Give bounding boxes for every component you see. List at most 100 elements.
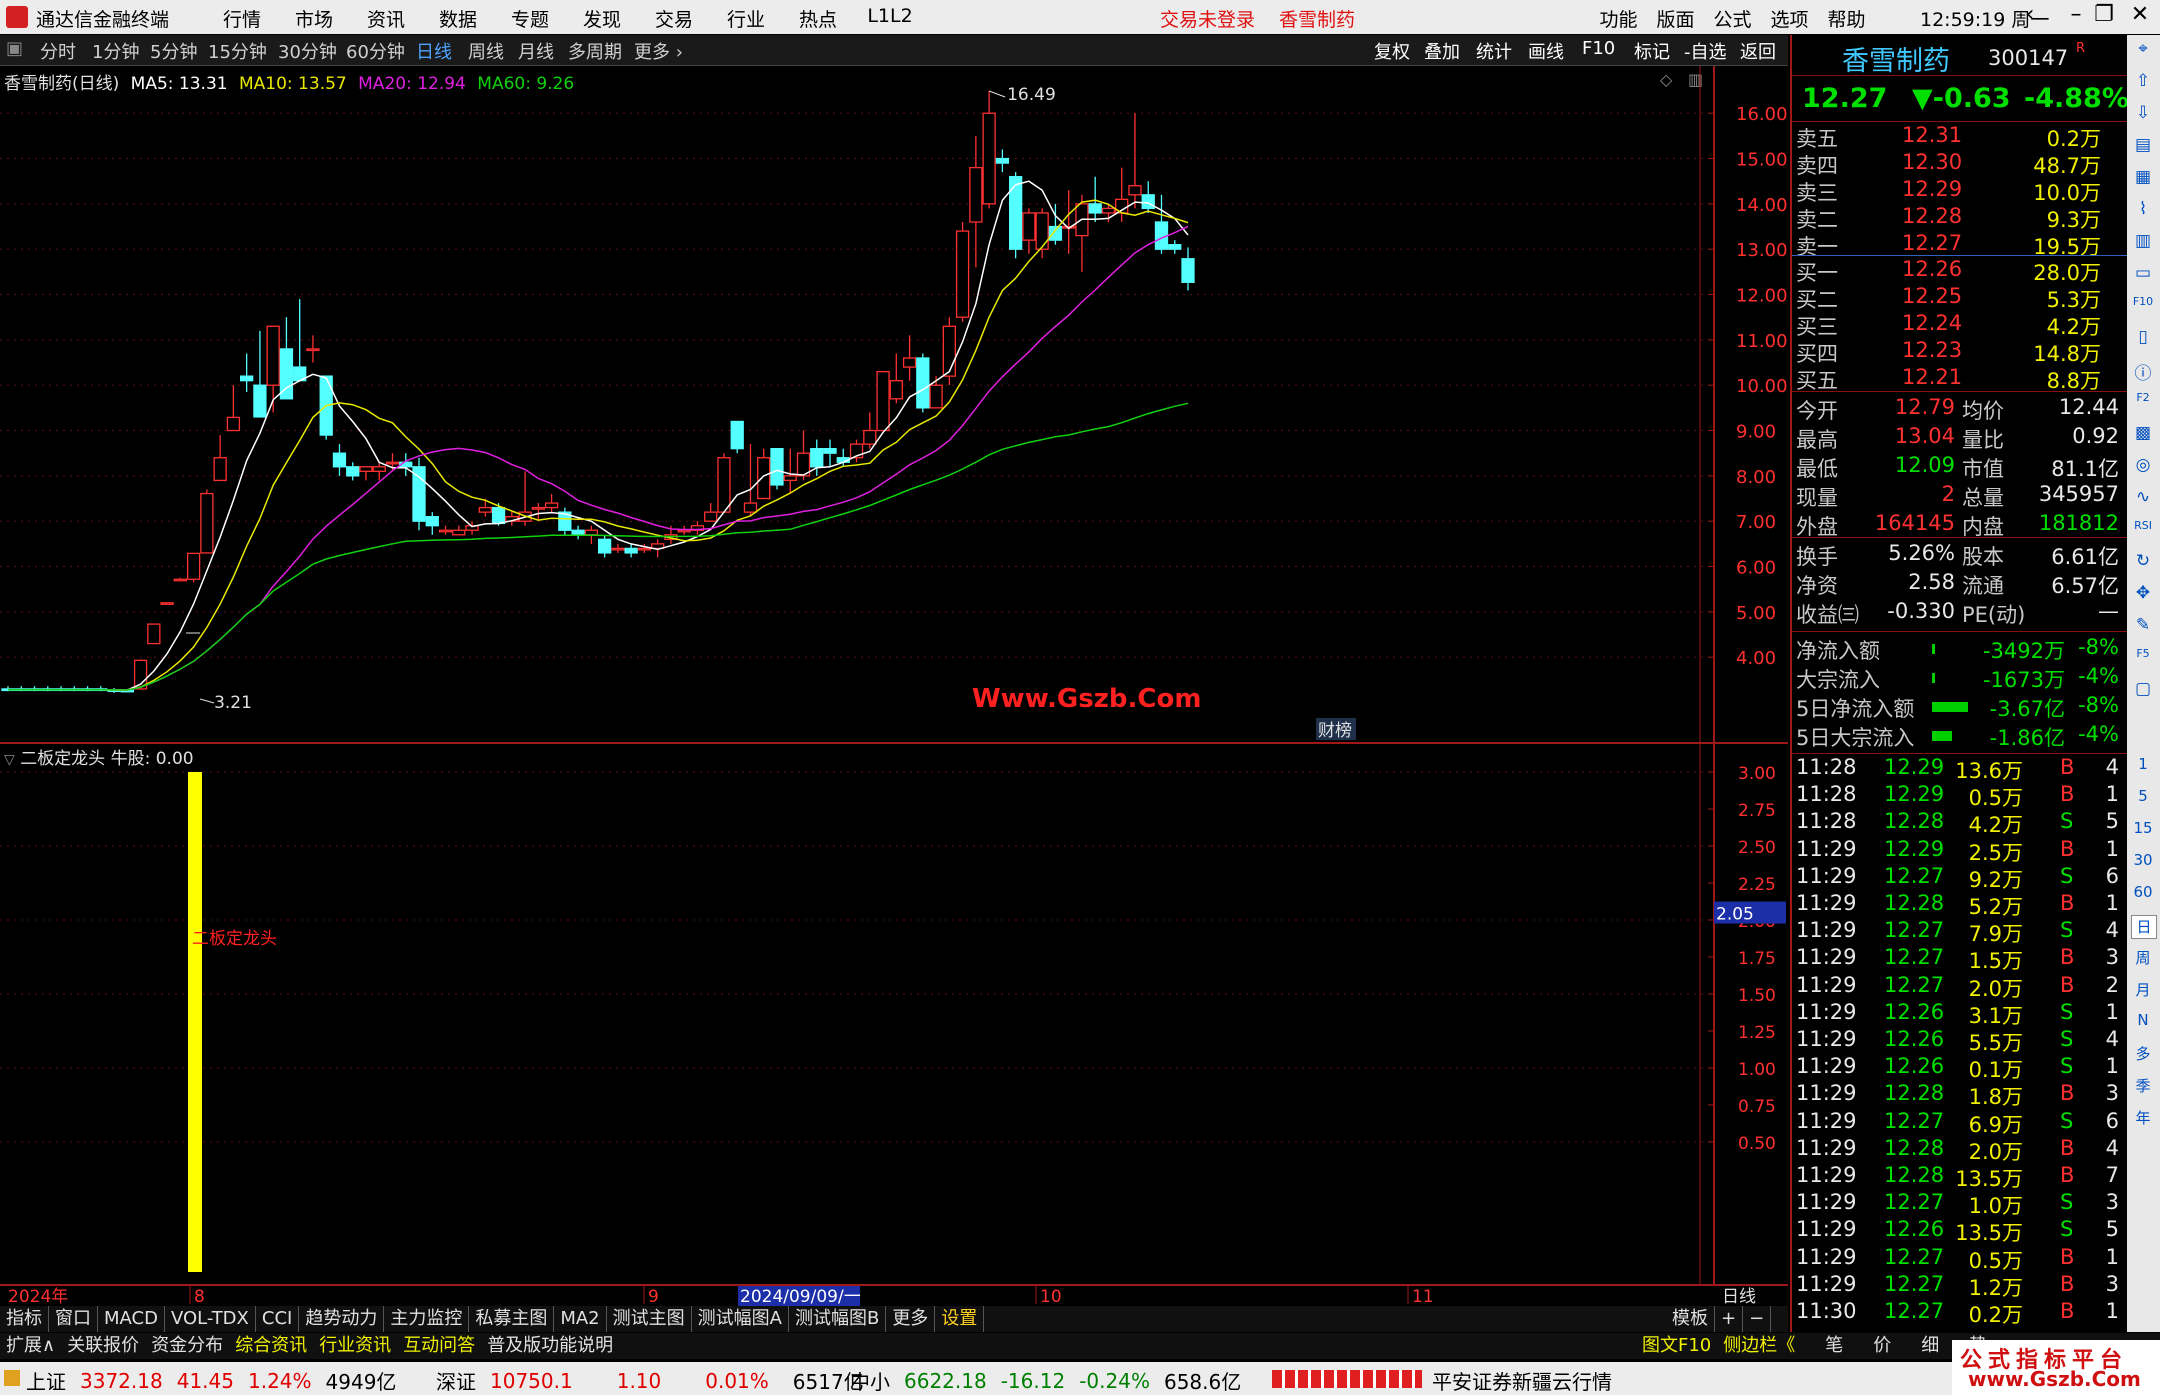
bids-row[interactable]: 买一 12.26 28.0万 — [1792, 257, 2127, 285]
sidebar-toggle[interactable]: 侧边栏《 — [1717, 1333, 1801, 1359]
tab-main-monitor[interactable]: 主力监控 — [384, 1306, 470, 1332]
tick-row[interactable]: 11:29 12.27 9.2万 S 6 — [1792, 864, 2127, 892]
tab-fund-distribution[interactable]: 资金分布 — [145, 1333, 229, 1359]
move-icon[interactable]: ✥ — [2131, 583, 2155, 605]
tool-draw[interactable]: 画线 — [1528, 38, 1564, 64]
tab-trend-power[interactable]: 趋势动力 — [299, 1306, 385, 1332]
refresh-icon[interactable]: ↻ — [2131, 551, 2155, 573]
info-icon[interactable]: ⓘ — [2131, 359, 2155, 384]
menu-topics[interactable]: 专题 — [494, 5, 566, 32]
period-more[interactable]: 更多 › — [634, 38, 683, 64]
f10-button[interactable]: 图文F10 — [1636, 1333, 1717, 1359]
index-sh[interactable]: 上证 3372.18 41.45 1.24% 4949亿 — [26, 1366, 396, 1395]
sidebar-period-6[interactable]: 周 — [2131, 947, 2155, 969]
grid-icon[interactable]: ▩ — [2131, 423, 2155, 445]
menu-news[interactable]: 资讯 — [350, 5, 422, 32]
sidebar-period-11[interactable]: 年 — [2131, 1107, 2155, 1129]
period-15min[interactable]: 15分钟 — [208, 38, 267, 64]
period-1min[interactable]: 1分钟 — [92, 38, 139, 64]
down-arrow-icon[interactable]: ⇩ — [2131, 103, 2155, 125]
template-button[interactable]: 模板 — [1666, 1306, 1715, 1332]
sidebar-period-0[interactable]: 1 — [2131, 755, 2155, 777]
sidebar-period-3[interactable]: 30 — [2131, 851, 2155, 873]
up-arrow-icon[interactable]: ⇧ — [2131, 71, 2155, 93]
f5-icon[interactable]: F5 — [2131, 647, 2155, 669]
period-multi[interactable]: 多周期 — [568, 38, 622, 64]
tab-more[interactable]: 更多 — [886, 1306, 936, 1332]
pin-icon[interactable]: ⌖ — [2131, 39, 2155, 61]
menu-market[interactable]: 市场 — [278, 5, 350, 32]
circle-icon[interactable]: ◎ — [2131, 455, 2155, 477]
sidebar-period-8[interactable]: N — [2131, 1011, 2155, 1033]
tick-row[interactable]: 11:29 12.28 13.5万 B 7 — [1792, 1163, 2127, 1191]
period-monthly[interactable]: 月线 — [518, 38, 554, 64]
tick-row[interactable]: 11:29 12.27 2.0万 B 2 — [1792, 973, 2127, 1001]
sidebar-period-2[interactable]: 15 — [2131, 819, 2155, 841]
tick-row[interactable]: 11:29 12.29 2.5万 B 1 — [1792, 837, 2127, 865]
menu-discover[interactable]: 发现 — [566, 5, 638, 32]
wave-icon[interactable]: ∿ — [2131, 487, 2155, 509]
asks-row[interactable]: 卖二 12.28 9.3万 — [1792, 204, 2127, 232]
sidebar-period-10[interactable]: 季 — [2131, 1075, 2155, 1097]
period-daily[interactable]: 日线 — [416, 38, 452, 64]
bids-row[interactable]: 买五 12.21 8.8万 — [1792, 365, 2127, 393]
tick-row[interactable]: 11:28 12.28 4.2万 S 5 — [1792, 809, 2127, 837]
period-intraday[interactable]: 分时 — [40, 38, 76, 64]
menu-options[interactable]: 选项 — [1761, 5, 1818, 32]
tick-row[interactable]: 11:29 12.27 1.2万 B 3 — [1792, 1272, 2127, 1300]
tab-macd[interactable]: MACD — [98, 1306, 165, 1332]
tool-f10[interactable]: F10 — [1582, 38, 1615, 59]
bids-row[interactable]: 买三 12.24 4.2万 — [1792, 311, 2127, 339]
remove-pane-button[interactable]: − — [1743, 1306, 1772, 1332]
tab-general-news[interactable]: 综合资讯 — [229, 1333, 313, 1359]
tick-row[interactable]: 11:29 12.27 1.0万 S 3 — [1792, 1190, 2127, 1218]
pen-icon[interactable]: ✎ — [2131, 615, 2155, 637]
f10-icon[interactable]: F10 — [2131, 295, 2155, 317]
document-icon[interactable]: ▭ — [2131, 263, 2155, 285]
asks-row[interactable]: 卖三 12.29 10.0万 — [1792, 177, 2127, 205]
index-sme[interactable]: 中小 6622.18 -16.12 -0.24% 658.6亿 — [850, 1366, 1241, 1395]
menu-trade[interactable]: 交易 — [638, 5, 710, 32]
tool-remove-favorite[interactable]: -自选 — [1684, 38, 1727, 64]
tool-adjust[interactable]: 复权 — [1374, 38, 1410, 64]
doc-icon[interactable]: ▯ — [2131, 327, 2155, 349]
tick-row[interactable]: 11:29 12.28 2.0万 B 4 — [1792, 1136, 2127, 1164]
line-chart-icon[interactable]: ⌇ — [2131, 199, 2155, 221]
tab-detail[interactable]: 细 — [1915, 1333, 1945, 1359]
index-sz[interactable]: 深证 10750.1 1.10 0.01% 6517亿 — [436, 1366, 864, 1395]
menu-formula[interactable]: 公式 — [1704, 5, 1761, 32]
menu-function[interactable]: 功能 — [1590, 5, 1647, 32]
tick-row[interactable]: 11:29 12.27 1.5万 B 3 — [1792, 945, 2127, 973]
tab-test-main[interactable]: 测试主图 — [607, 1306, 692, 1332]
tab-ma2[interactable]: MA2 — [554, 1306, 607, 1332]
back-icon[interactable]: ‹ — [2014, 2, 2046, 27]
period-weekly[interactable]: 周线 — [468, 38, 504, 64]
chart-icon[interactable]: ▤ — [2131, 135, 2155, 157]
tab-tick[interactable]: 笔 — [1819, 1333, 1849, 1359]
restore-button[interactable]: ❐ — [2088, 2, 2120, 27]
tick-row[interactable]: 11:29 12.26 13.5万 S 5 — [1792, 1217, 2127, 1245]
tool-mark[interactable]: 标记 — [1634, 38, 1670, 64]
tab-related-quotes[interactable]: 关联报价 — [61, 1333, 145, 1359]
close-button[interactable]: ✕ — [2124, 2, 2156, 27]
trade-login-status[interactable]: 交易未登录 — [1160, 5, 1255, 32]
table-icon[interactable]: ▦ — [2131, 167, 2155, 189]
indicator-chart[interactable]: ▽ 二板定龙头 牛股: 0.00 3.002.752.502.252.001.7… — [0, 744, 1788, 1284]
tick-row[interactable]: 11:29 12.26 5.5万 S 4 — [1792, 1027, 2127, 1055]
tick-row[interactable]: 11:29 12.28 5.2万 B 1 — [1792, 891, 2127, 919]
tick-row[interactable]: 11:29 12.28 1.8万 B 3 — [1792, 1081, 2127, 1109]
tab-window[interactable]: 窗口 — [49, 1306, 98, 1332]
tab-test-sub-b[interactable]: 测试幅图B — [789, 1306, 887, 1332]
sidebar-period-1[interactable]: 5 — [2131, 787, 2155, 809]
asks-row[interactable]: 卖五 12.31 0.2万 — [1792, 123, 2127, 151]
menu-l1l2[interactable]: L1L2 — [854, 5, 926, 32]
tick-row[interactable]: 11:30 12.27 0.2万 B 1 — [1792, 1299, 2127, 1327]
tick-row[interactable]: 11:29 12.27 7.9万 S 4 — [1792, 918, 2127, 946]
tab-private-main[interactable]: 私募主图 — [469, 1306, 555, 1332]
tab-price[interactable]: 价 — [1867, 1333, 1897, 1359]
sidebar-period-5[interactable]: 日 — [2131, 915, 2157, 939]
period-5min[interactable]: 5分钟 — [150, 38, 197, 64]
asks-row[interactable]: 卖四 12.30 48.7万 — [1792, 150, 2127, 178]
menu-help[interactable]: 帮助 — [1818, 5, 1875, 32]
tab-industry-news[interactable]: 行业资讯 — [313, 1333, 397, 1359]
